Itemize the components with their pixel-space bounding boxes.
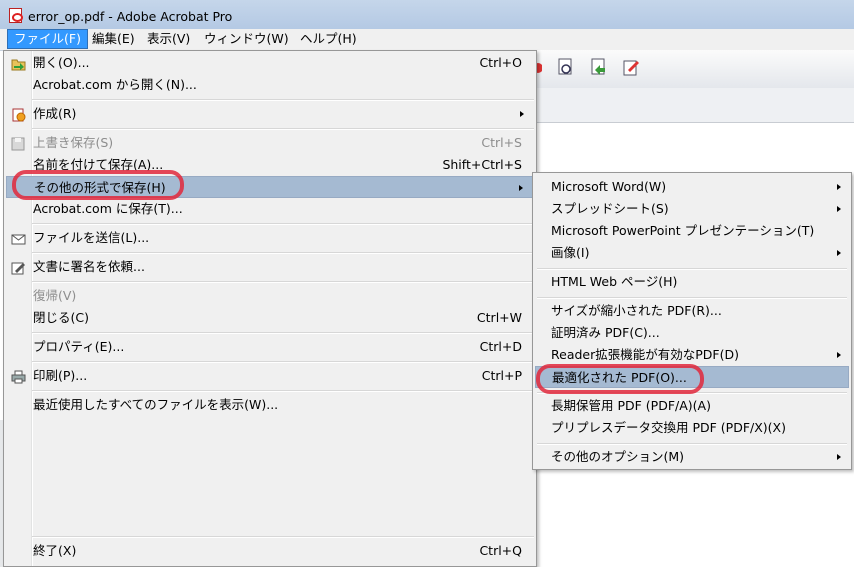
submenu-arrow-icon [837,250,841,256]
submenu-item-reader-extended-pdf[interactable]: Reader拡張機能が有効なPDF(D) [535,344,849,366]
submenu-item-pdf-a[interactable]: 長期保管用 PDF (PDF/A)(A) [535,395,849,417]
submenu-item-image[interactable]: 画像(I) [535,242,849,264]
envelope-icon [11,231,26,245]
save-as-other-submenu: Microsoft Word(W) スプレッドシート(S) Microsoft … [532,172,852,470]
menu-separator [32,99,534,101]
menu-item-request-signature[interactable]: 文書に署名を依頼... [6,256,534,278]
menu-item-properties[interactable]: プロパティ(E)... Ctrl+D [6,336,534,358]
submenu-item-spreadsheet[interactable]: スプレッドシート(S) [535,198,849,220]
menu-separator [32,390,534,392]
submenu-arrow-icon [837,184,841,190]
menu-bar: ファイル(F) 編集(E) 表示(V) ウィンドウ(W) ヘルプ(H) [0,29,854,51]
find-icon[interactable] [557,58,575,78]
annotation-circle-save-as-other [12,170,184,200]
menu-separator [32,128,534,130]
menu-separator [32,223,534,225]
submenu-item-powerpoint[interactable]: Microsoft PowerPoint プレゼンテーション(T) [535,220,849,242]
submenu-arrow-icon [837,352,841,358]
file-menu: 開く(O)... Ctrl+O Acrobat.com から開く(N)... 作… [3,50,537,567]
secondary-toolbar [537,88,854,123]
submenu-item-reduced-size-pdf[interactable]: サイズが縮小された PDF(R)... [535,300,849,322]
submenu-arrow-icon [837,454,841,460]
menu-item-exit[interactable]: 終了(X) Ctrl+Q [6,540,534,562]
menu-separator [537,297,847,299]
title-bar: error_op.pdf - Adobe Acrobat Pro [0,0,854,29]
menu-item-show-recent-files[interactable]: 最近使用したすべてのファイルを表示(W)... [6,394,534,416]
toolbar [537,50,854,89]
window-title: error_op.pdf - Adobe Acrobat Pro [28,9,233,24]
menu-file[interactable]: ファイル(F) [7,29,88,49]
create-pdf-icon [11,107,26,122]
menu-item-print[interactable]: 印刷(P)... Ctrl+P [6,365,534,387]
menu-item-open-acrobat-com[interactable]: Acrobat.com から開く(N)... [6,74,534,96]
menu-separator [32,536,534,538]
submenu-item-other-options[interactable]: その他のオプション(M) [535,446,849,468]
pdf-document-icon [9,8,23,23]
menu-separator [32,332,534,334]
edit-document-icon[interactable] [622,58,640,78]
save-disk-icon [11,136,26,151]
menu-item-create[interactable]: 作成(R) [6,103,534,125]
menu-separator [32,281,534,283]
printer-icon [11,369,26,384]
submenu-arrow-icon [520,111,524,117]
export-icon[interactable] [590,58,608,78]
menu-edit[interactable]: 編集(E) [86,29,141,49]
menu-item-save-to-acrobat-com[interactable]: Acrobat.com に保存(T)... [6,198,534,220]
menu-separator [537,268,847,270]
menu-view[interactable]: 表示(V) [141,29,196,49]
menu-help[interactable]: ヘルプ(H) [294,29,363,49]
submenu-item-word[interactable]: Microsoft Word(W) [535,176,849,198]
menu-window[interactable]: ウィンドウ(W) [198,29,295,49]
menu-separator [537,443,847,445]
submenu-arrow-icon [519,185,523,191]
submenu-arrow-icon [837,206,841,212]
menu-item-close[interactable]: 閉じる(C) Ctrl+W [6,307,534,329]
redacted-area [532,466,854,567]
menu-item-revert: 復帰(V) [33,288,77,303]
submenu-item-certified-pdf[interactable]: 証明済み PDF(C)... [535,322,849,344]
menu-item-send-file[interactable]: ファイルを送信(L)... [6,227,534,249]
open-folder-icon [11,56,26,71]
menu-separator [32,252,534,254]
menu-item-save: 上書き保存(S) Ctrl+S [6,132,534,154]
annotation-circle-optimized-pdf [536,364,704,394]
sign-request-icon [11,260,26,275]
menu-separator [32,361,534,363]
submenu-item-pdf-x[interactable]: プリプレスデータ交換用 PDF (PDF/X)(X) [535,417,849,439]
submenu-item-html[interactable]: HTML Web ページ(H) [535,271,849,293]
menu-item-open[interactable]: 開く(O)... Ctrl+O [6,52,534,74]
